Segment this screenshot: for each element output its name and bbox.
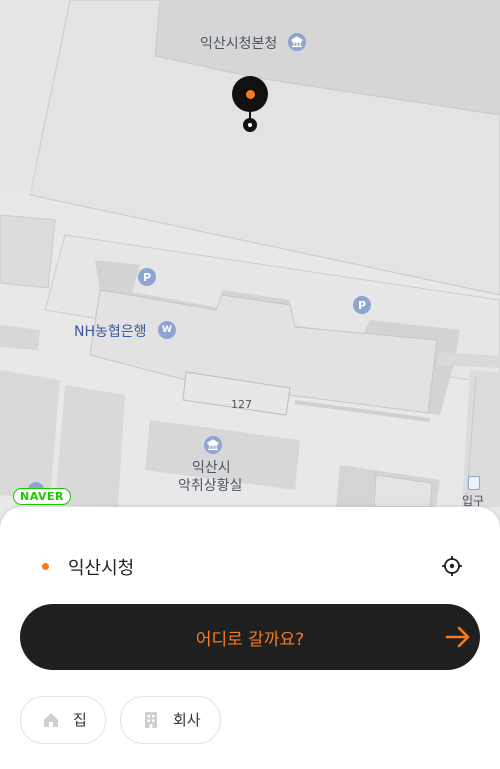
parking-icon[interactable]: P bbox=[353, 296, 371, 314]
origin-row[interactable]: 익산시청 bbox=[0, 547, 500, 583]
work-label: 회사 bbox=[173, 711, 201, 729]
government-building-icon[interactable] bbox=[288, 33, 306, 51]
destination-pin[interactable] bbox=[232, 76, 268, 112]
office-building-icon[interactable] bbox=[204, 436, 222, 454]
parking-icon[interactable]: P bbox=[138, 268, 156, 286]
bank-icon[interactable]: W bbox=[158, 321, 176, 339]
road-number-label: 127 bbox=[231, 398, 252, 411]
home-shortcut-button[interactable]: 집 bbox=[20, 696, 106, 744]
office-label-line1: 익산시 bbox=[192, 460, 231, 476]
nh-bank-label: NH농협은행 bbox=[74, 324, 147, 340]
search-placeholder: 어디로 갈까요? bbox=[195, 630, 305, 650]
city-hall-label: 익산시청본청 bbox=[200, 36, 278, 52]
current-location-icon[interactable] bbox=[441, 555, 463, 577]
home-icon bbox=[42, 711, 60, 729]
entrance-icon bbox=[468, 476, 480, 490]
office-label-line2: 악취상황실 bbox=[178, 478, 243, 494]
origin-dot bbox=[42, 563, 49, 570]
building-icon bbox=[142, 711, 160, 729]
bottom-sheet: 익산시청 어디로 갈까요? 집 회사 bbox=[0, 507, 500, 769]
work-shortcut-button[interactable]: 회사 bbox=[120, 696, 221, 744]
pin-center-dot bbox=[245, 89, 255, 99]
origin-location: 익산시청 bbox=[68, 558, 135, 579]
destination-search-button[interactable]: 어디로 갈까요? bbox=[20, 604, 480, 670]
home-label: 집 bbox=[73, 711, 87, 729]
arrow-right-icon bbox=[445, 625, 471, 649]
pin-anchor bbox=[243, 118, 257, 132]
naver-logo: NAVER bbox=[13, 488, 71, 505]
